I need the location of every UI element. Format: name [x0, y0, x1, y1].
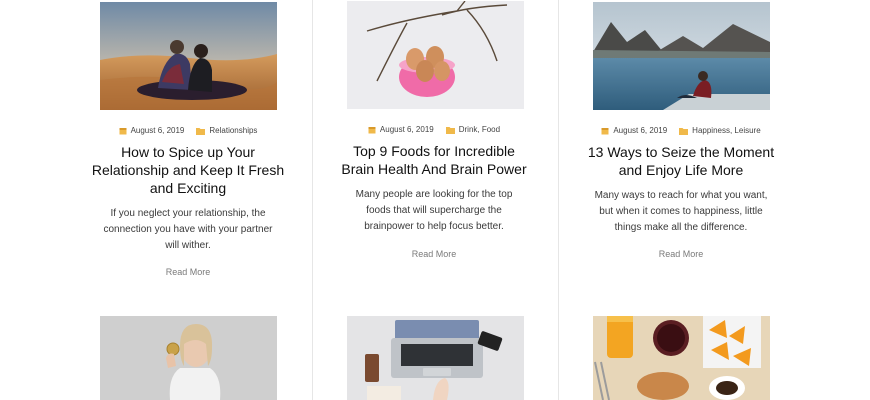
post-excerpt-line: will wither. [165, 240, 211, 251]
post-date[interactable]: August 6, 2019 [380, 125, 434, 134]
post-category[interactable]: Happiness, Leisure [692, 126, 760, 135]
post-card-relationship: August 6, 2019 Relationships How to Spic… [68, 0, 308, 400]
post-date[interactable]: August 6, 2019 [131, 126, 185, 135]
post-excerpt-line: but when it comes to happiness, little [599, 206, 763, 217]
post-excerpt: If you neglect your relationship, the co… [68, 206, 308, 254]
post-title-line[interactable]: 13 Ways to Seize the Moment [561, 143, 801, 161]
woman-coin-image [100, 316, 277, 400]
read-more-link[interactable]: Read More [68, 267, 308, 277]
post-date[interactable]: August 6, 2019 [613, 126, 667, 135]
post-excerpt-line: brainpower to help focus better. [364, 221, 504, 232]
post-thumbnail-couple-desert[interactable] [100, 2, 277, 110]
post-thumbnail-woman-coin[interactable] [100, 316, 277, 400]
folder-icon [196, 127, 206, 135]
post-thumbnail-eggs[interactable] [347, 1, 524, 109]
post-excerpt: Many ways to reach for what you want, bu… [561, 188, 801, 236]
post-excerpt: Many people are looking for the top food… [314, 187, 554, 235]
post-thumbnail-laptop[interactable] [347, 316, 524, 400]
post-card-brain-foods: August 6, 2019 Drink, Food Top 9 Foods f… [314, 0, 554, 400]
post-excerpt-line: foods that will supercharge the [366, 205, 502, 216]
post-excerpt-line: If you neglect your relationship, the [110, 208, 266, 219]
calendar-icon [119, 127, 127, 134]
eggs-bowl-image [347, 1, 524, 109]
post-category[interactable]: Relationships [209, 126, 257, 135]
column-divider [312, 0, 313, 400]
post-thumbnail-breakfast[interactable] [593, 316, 770, 400]
post-meta: August 6, 2019 Relationships [68, 126, 308, 135]
post-meta: August 6, 2019 Drink, Food [314, 125, 554, 134]
folder-icon [679, 127, 689, 135]
post-thumbnail-lake[interactable] [593, 2, 770, 110]
folder-icon [445, 126, 455, 134]
post-title-line[interactable]: How to Spice up Your [68, 143, 308, 161]
post-excerpt-line: things make all the difference. [614, 222, 748, 233]
post-excerpt-line: connection you have with your partner [103, 224, 273, 235]
post-title[interactable]: Top 9 Foods for Incredible Brain Health … [314, 142, 554, 178]
post-title-line[interactable]: and Enjoy Life More [561, 161, 801, 179]
post-title[interactable]: How to Spice up Your Relationship and Ke… [68, 143, 308, 197]
mountain-lake-image [593, 2, 770, 110]
read-more-link[interactable]: Read More [561, 249, 801, 259]
post-excerpt-line: Many ways to reach for what you want, [594, 190, 768, 201]
calendar-icon [601, 127, 609, 134]
post-title-line[interactable]: and Exciting [68, 179, 308, 197]
calendar-icon [368, 126, 376, 133]
read-more-link[interactable]: Read More [314, 249, 554, 259]
blog-grid: August 6, 2019 Relationships How to Spic… [0, 0, 870, 400]
laptop-desk-image [347, 316, 524, 400]
post-title[interactable]: 13 Ways to Seize the Moment and Enjoy Li… [561, 143, 801, 179]
column-divider [558, 0, 559, 400]
breakfast-table-image [593, 316, 770, 400]
post-title-line[interactable]: Relationship and Keep It Fresh [68, 161, 308, 179]
post-card-seize-moment: August 6, 2019 Happiness, Leisure 13 Way… [561, 0, 801, 400]
post-title-line[interactable]: Top 9 Foods for Incredible [314, 142, 554, 160]
couple-desert-image [100, 2, 277, 110]
post-excerpt-line: Many people are looking for the top [355, 189, 513, 200]
post-category[interactable]: Drink, Food [459, 125, 500, 134]
post-title-line[interactable]: Brain Health And Brain Power [314, 160, 554, 178]
post-meta: August 6, 2019 Happiness, Leisure [561, 126, 801, 135]
